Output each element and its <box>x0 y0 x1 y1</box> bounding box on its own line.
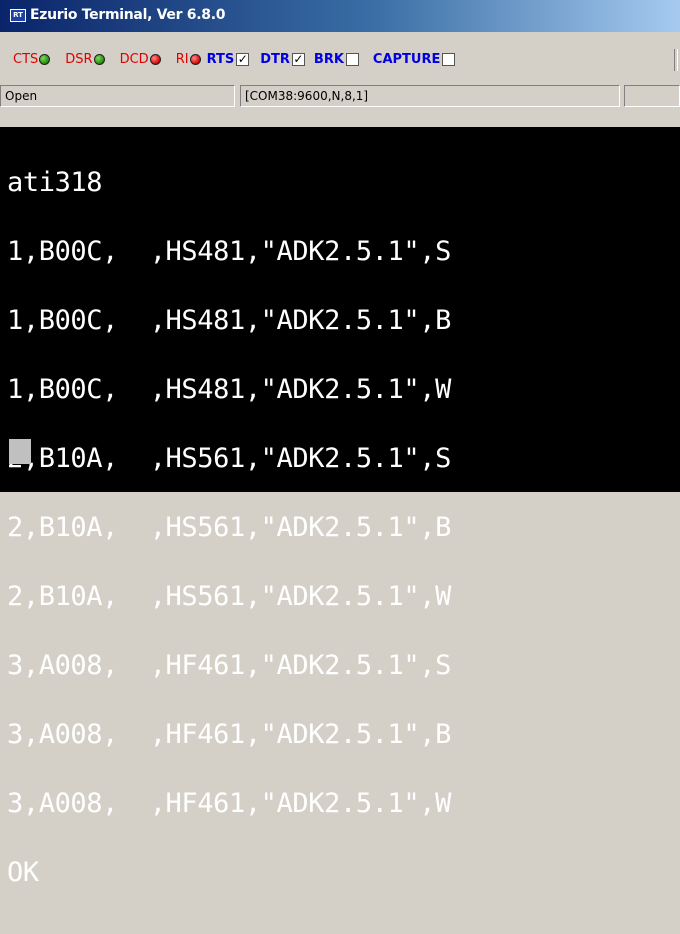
capture-toggle[interactable]: CAPTURE <box>373 52 456 67</box>
terminal-lines: ati318 1,B00C, ,HS481,"ADK2.5.1",S 1,B00… <box>7 125 451 930</box>
terminal-line: 3,A008, ,HF461,"ADK2.5.1",B <box>7 719 451 750</box>
terminal-line: 2,B10A, ,HS561,"ADK2.5.1",B <box>7 512 451 543</box>
toolbar-divider <box>674 49 678 71</box>
dtr-checkbox[interactable]: ✓ <box>291 52 305 66</box>
capture-label[interactable]: CAPTURE <box>373 52 440 67</box>
brk-label[interactable]: BRK <box>314 52 344 67</box>
capture-checkbox[interactable] <box>442 52 456 66</box>
ri-led-icon <box>189 53 201 65</box>
cts-indicator: CTS <box>13 51 51 67</box>
signal-toolbar: CTS DSR DCD RI RTS ✓ DTR ✓ BRK CAPTURE <box>0 49 680 69</box>
rts-checkbox[interactable]: ✓ <box>236 52 250 66</box>
dtr-label[interactable]: DTR <box>260 52 290 67</box>
rts-label[interactable]: RTS <box>207 52 235 67</box>
dcd-led-icon <box>149 53 161 65</box>
rts-toggle[interactable]: RTS ✓ <box>207 52 250 67</box>
app-icon[interactable]: RT <box>10 9 26 22</box>
ri-label: RI <box>175 51 189 67</box>
ri-indicator: RI <box>176 52 201 67</box>
terminal-line: 1,B00C, ,HS481,"ADK2.5.1",S <box>7 236 451 267</box>
dsr-label: DSR <box>65 51 93 67</box>
status-extra-panel <box>624 85 680 107</box>
title-bar[interactable]: RT Ezurio Terminal, Ver 6.8.0 <box>0 0 680 32</box>
dsr-indicator: DSR <box>65 51 105 67</box>
brk-checkbox[interactable] <box>345 52 359 66</box>
terminal-cursor <box>9 439 31 464</box>
status-bar: Open [COM38:9600,N,8,1] <box>0 84 680 109</box>
dsr-led-icon <box>93 53 105 65</box>
terminal-line: 2,B10A, ,HS561,"ADK2.5.1",S <box>7 443 451 474</box>
cts-label: CTS <box>13 51 39 67</box>
dtr-toggle[interactable]: DTR ✓ <box>260 52 305 67</box>
window-title: Ezurio Terminal, Ver 6.8.0 <box>30 7 226 23</box>
terminal-line: 1,B00C, ,HS481,"ADK2.5.1",B <box>7 305 451 336</box>
brk-toggle[interactable]: BRK <box>314 52 359 67</box>
terminal-line: 3,A008, ,HF461,"ADK2.5.1",S <box>7 650 451 681</box>
dcd-label: DCD <box>119 51 149 67</box>
status-port-settings: [COM38:9600,N,8,1] <box>240 85 620 107</box>
terminal-line: 1,B00C, ,HS481,"ADK2.5.1",W <box>7 374 451 405</box>
status-state: Open <box>0 85 235 107</box>
terminal-line: 2,B10A, ,HS561,"ADK2.5.1",W <box>7 581 451 612</box>
cts-led-icon <box>39 53 51 65</box>
terminal-line: OK <box>7 857 39 888</box>
terminal-line: 3,A008, ,HF461,"ADK2.5.1",W <box>7 788 451 819</box>
terminal-line: ati318 <box>7 167 103 198</box>
dcd-indicator: DCD <box>120 52 161 67</box>
terminal-output[interactable]: ati318 1,B00C, ,HS481,"ADK2.5.1",S 1,B00… <box>0 127 680 886</box>
